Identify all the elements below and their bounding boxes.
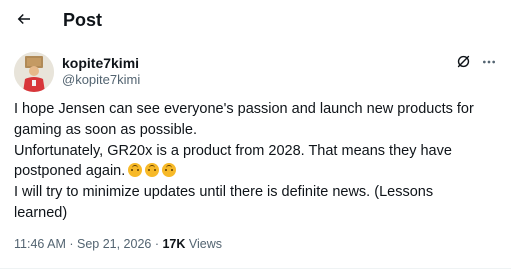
grok-icon — [455, 53, 472, 75]
more-options-button[interactable] — [478, 54, 500, 74]
arrow-left-icon — [15, 10, 33, 33]
views-label: Views — [185, 237, 223, 251]
more-horizontal-icon — [481, 54, 497, 75]
tweet-line: I will try to minimize updates until the… — [14, 184, 434, 201]
tweet-line: Unfortunately, GR20x is a product from 2… — [14, 142, 452, 159]
tweet-line-with-emoji: postponed again. — [14, 161, 499, 182]
tweet-line: learned) — [14, 204, 68, 221]
tweet-meta: 11:46 AM · Sep 21, 2026 · 17K Views — [14, 237, 222, 251]
tweet-line: postponed again. — [14, 163, 126, 180]
avatar[interactable] — [14, 52, 54, 92]
author-display-name[interactable]: kopite7kimi — [62, 55, 139, 71]
upside-down-face-emoji-icon — [145, 163, 160, 178]
upside-down-face-emoji-icon — [128, 163, 143, 178]
grok-button[interactable] — [453, 54, 473, 74]
author-handle[interactable]: @kopite7kimi — [62, 72, 140, 87]
tweet-line: gaming as soon as possible. — [14, 121, 197, 138]
views-count: 17K — [162, 237, 186, 251]
tweet-text: I hope Jensen can see everyone's passion… — [14, 99, 499, 224]
back-button[interactable] — [10, 7, 38, 35]
header-bar: Post — [0, 0, 511, 42]
page-title: Post — [63, 10, 103, 30]
upside-down-face-emoji-icon — [162, 163, 177, 178]
meta-separator: · — [151, 237, 163, 251]
divider — [0, 268, 511, 269]
post-timestamp[interactable]: 11:46 AM · Sep 21, 2026 — [14, 237, 151, 251]
tweet-line: I hope Jensen can see everyone's passion… — [14, 101, 474, 117]
